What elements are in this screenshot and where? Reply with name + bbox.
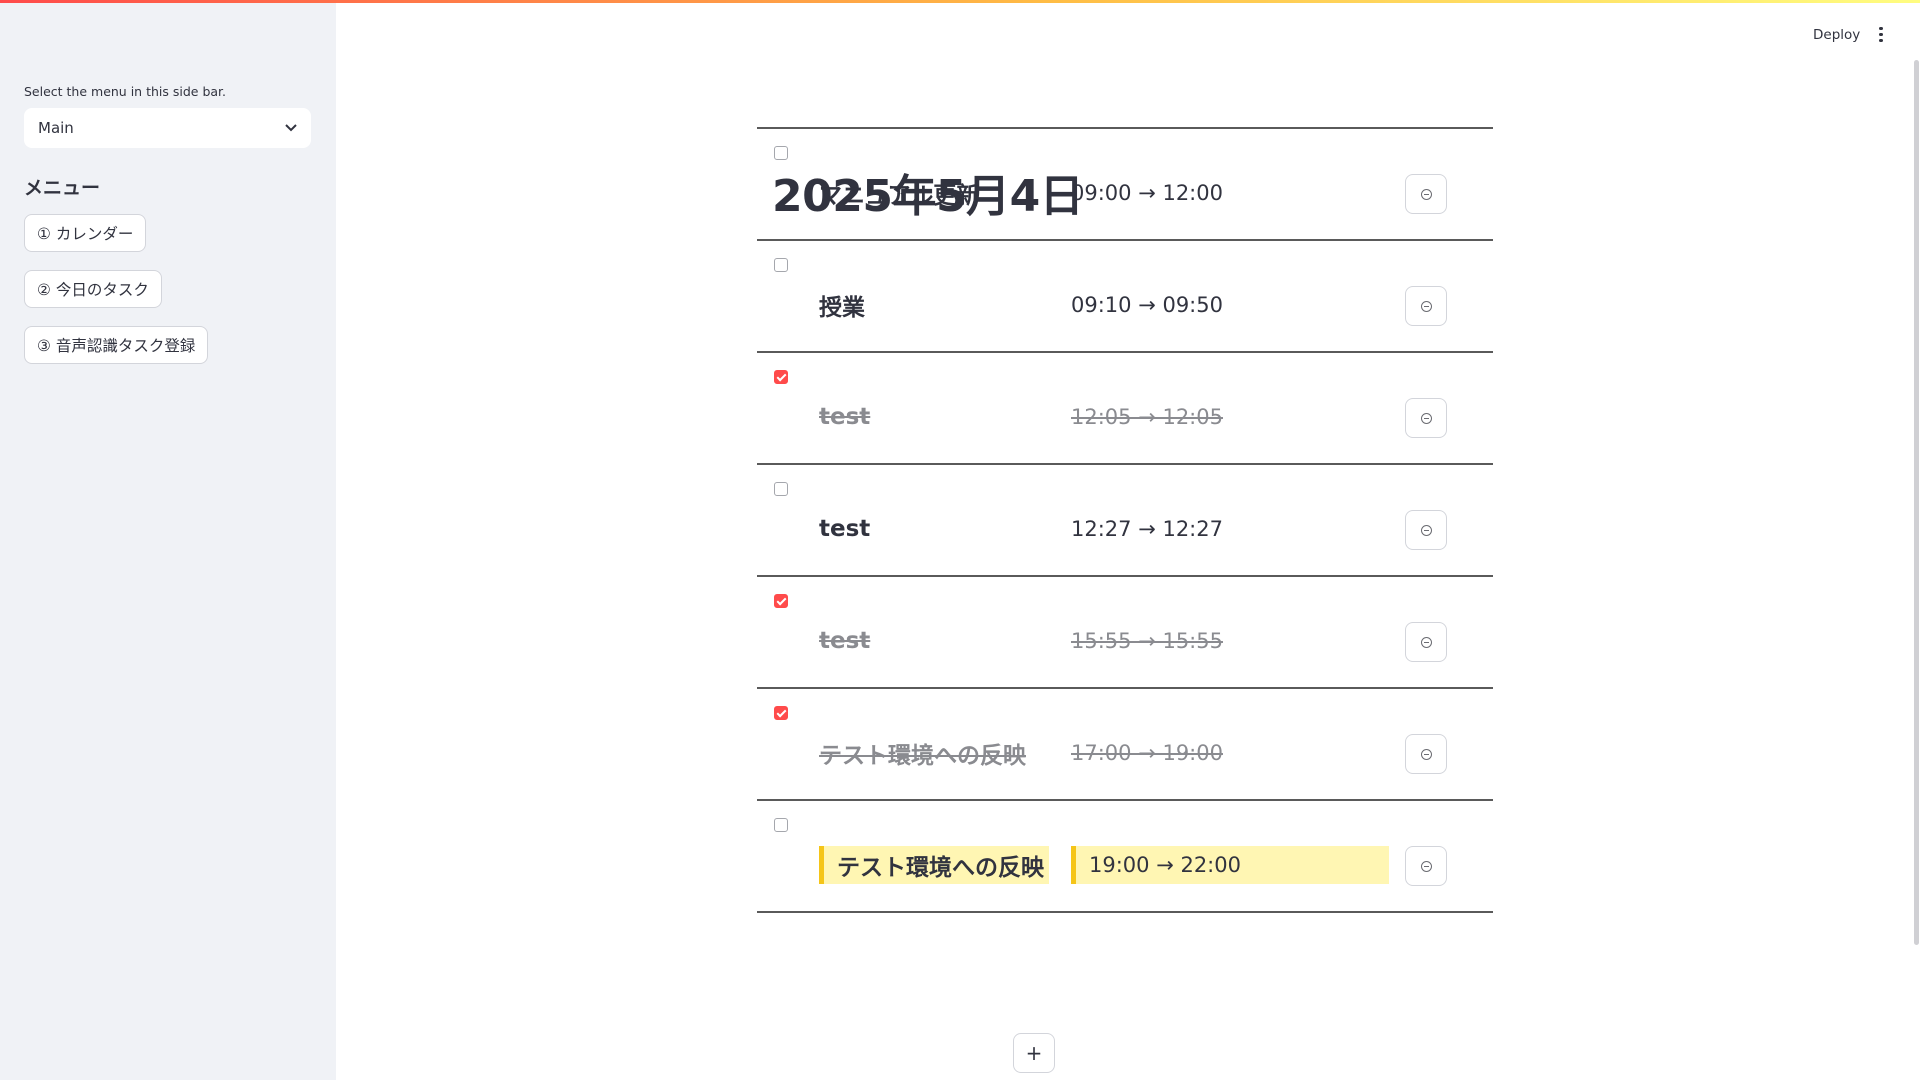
delete-task-button[interactable] [1405,622,1447,662]
task-title: テスト環境への反映 [819,846,1049,884]
minus-circle-icon [1420,300,1432,312]
task-title: test [819,404,871,430]
delete-task-button[interactable] [1405,510,1447,550]
task-row: マニュアル更新 09:00 → 12:00 [757,129,1493,241]
menu-heading: メニュー [24,177,101,199]
delete-task-button[interactable] [1405,398,1447,438]
task-time: 09:10 → 09:50 [1071,293,1223,317]
calendar-button[interactable]: ① カレンダー [24,214,147,252]
task-checkbox[interactable] [774,482,788,496]
minus-circle-icon [1420,636,1432,648]
menu-select-value: Main [38,119,74,137]
top-decoration-bar [0,0,1920,3]
task-title: 授業 [819,295,865,321]
task-row: 授業 09:10 → 09:50 [757,241,1493,353]
task-checkbox[interactable] [774,370,788,384]
add-task-button[interactable]: + [1013,1033,1055,1073]
task-row: test 15:55 → 15:55 [757,577,1493,689]
task-checkbox[interactable] [774,258,788,272]
vertical-dots-icon[interactable] [1874,24,1888,46]
task-time: 19:00 → 22:00 [1071,846,1389,884]
task-checkbox[interactable] [774,594,788,608]
task-row: テスト環境への反映 17:00 → 19:00 [757,689,1493,801]
task-title: テスト環境への反映 [819,743,1026,769]
delete-task-button[interactable] [1405,174,1447,214]
minus-circle-icon [1420,412,1432,424]
task-time: 09:00 → 12:00 [1071,181,1223,205]
sidebar: Select the menu in this side bar. Main メ… [0,0,336,1080]
task-title: test [819,628,871,654]
deploy-button[interactable]: Deploy [1813,27,1860,43]
task-title: マニュアル更新 [819,183,980,209]
task-title: test [819,516,871,542]
task-row: テスト環境への反映 19:00 → 22:00 [757,801,1493,913]
chevron-down-icon [285,121,297,135]
task-row: test 12:27 → 12:27 [757,465,1493,577]
task-time: 12:05 → 12:05 [1071,405,1223,429]
task-time: 17:00 → 19:00 [1071,741,1223,765]
today-tasks-button[interactable]: ② 今日のタスク [24,270,162,308]
delete-task-button[interactable] [1405,846,1447,886]
scrollbar[interactable] [1914,60,1919,945]
task-time: 15:55 → 15:55 [1071,629,1223,653]
minus-circle-icon [1420,524,1432,536]
task-checkbox[interactable] [774,146,788,160]
menu-select[interactable]: Main [24,108,311,148]
task-row: test 12:05 → 12:05 [757,353,1493,465]
task-time: 12:27 → 12:27 [1071,517,1223,541]
delete-task-button[interactable] [1405,734,1447,774]
delete-task-button[interactable] [1405,286,1447,326]
task-checkbox[interactable] [774,706,788,720]
minus-circle-icon [1420,188,1432,200]
minus-circle-icon [1420,860,1432,872]
divider [757,911,1493,913]
task-checkbox[interactable] [774,818,788,832]
select-label: Select the menu in this side bar. [24,84,227,99]
voice-task-register-button[interactable]: ③ 音声認識タスク登録 [24,326,209,364]
minus-circle-icon [1420,748,1432,760]
